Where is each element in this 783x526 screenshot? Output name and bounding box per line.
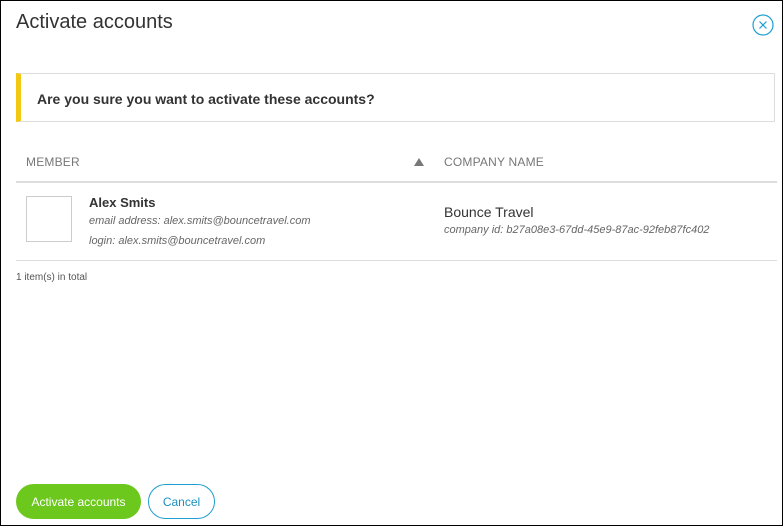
avatar — [26, 196, 72, 242]
cancel-button[interactable]: Cancel — [148, 484, 215, 519]
close-icon — [752, 14, 774, 36]
column-header-member[interactable]: MEMBER — [26, 155, 80, 169]
company-name: Bounce Travel — [444, 204, 534, 220]
member-name: Alex Smits — [89, 195, 156, 210]
confirmation-alert: Are you sure you want to activate these … — [16, 73, 775, 122]
company-id: company id: b27a08e3-67dd-45e9-87ac-92fe… — [444, 224, 710, 236]
close-button[interactable] — [752, 14, 774, 36]
member-login: login: alex.smits@bouncetravel.com — [89, 235, 266, 247]
alert-message: Are you sure you want to activate these … — [37, 91, 375, 107]
activate-accounts-button[interactable]: Activate accounts — [16, 484, 141, 519]
dialog-title: Activate accounts — [16, 11, 173, 33]
activate-accounts-dialog: Activate accounts Are you sure you want … — [0, 0, 783, 526]
sort-ascending-icon[interactable] — [413, 155, 425, 167]
column-header-company[interactable]: COMPANY NAME — [444, 155, 544, 169]
member-email: email address: alex.smits@bouncetravel.c… — [89, 215, 311, 227]
table-header: MEMBER COMPANY NAME — [16, 141, 777, 183]
table-row[interactable]: Alex Smits email address: alex.smits@bou… — [16, 183, 777, 261]
items-total: 1 item(s) in total — [16, 272, 88, 283]
